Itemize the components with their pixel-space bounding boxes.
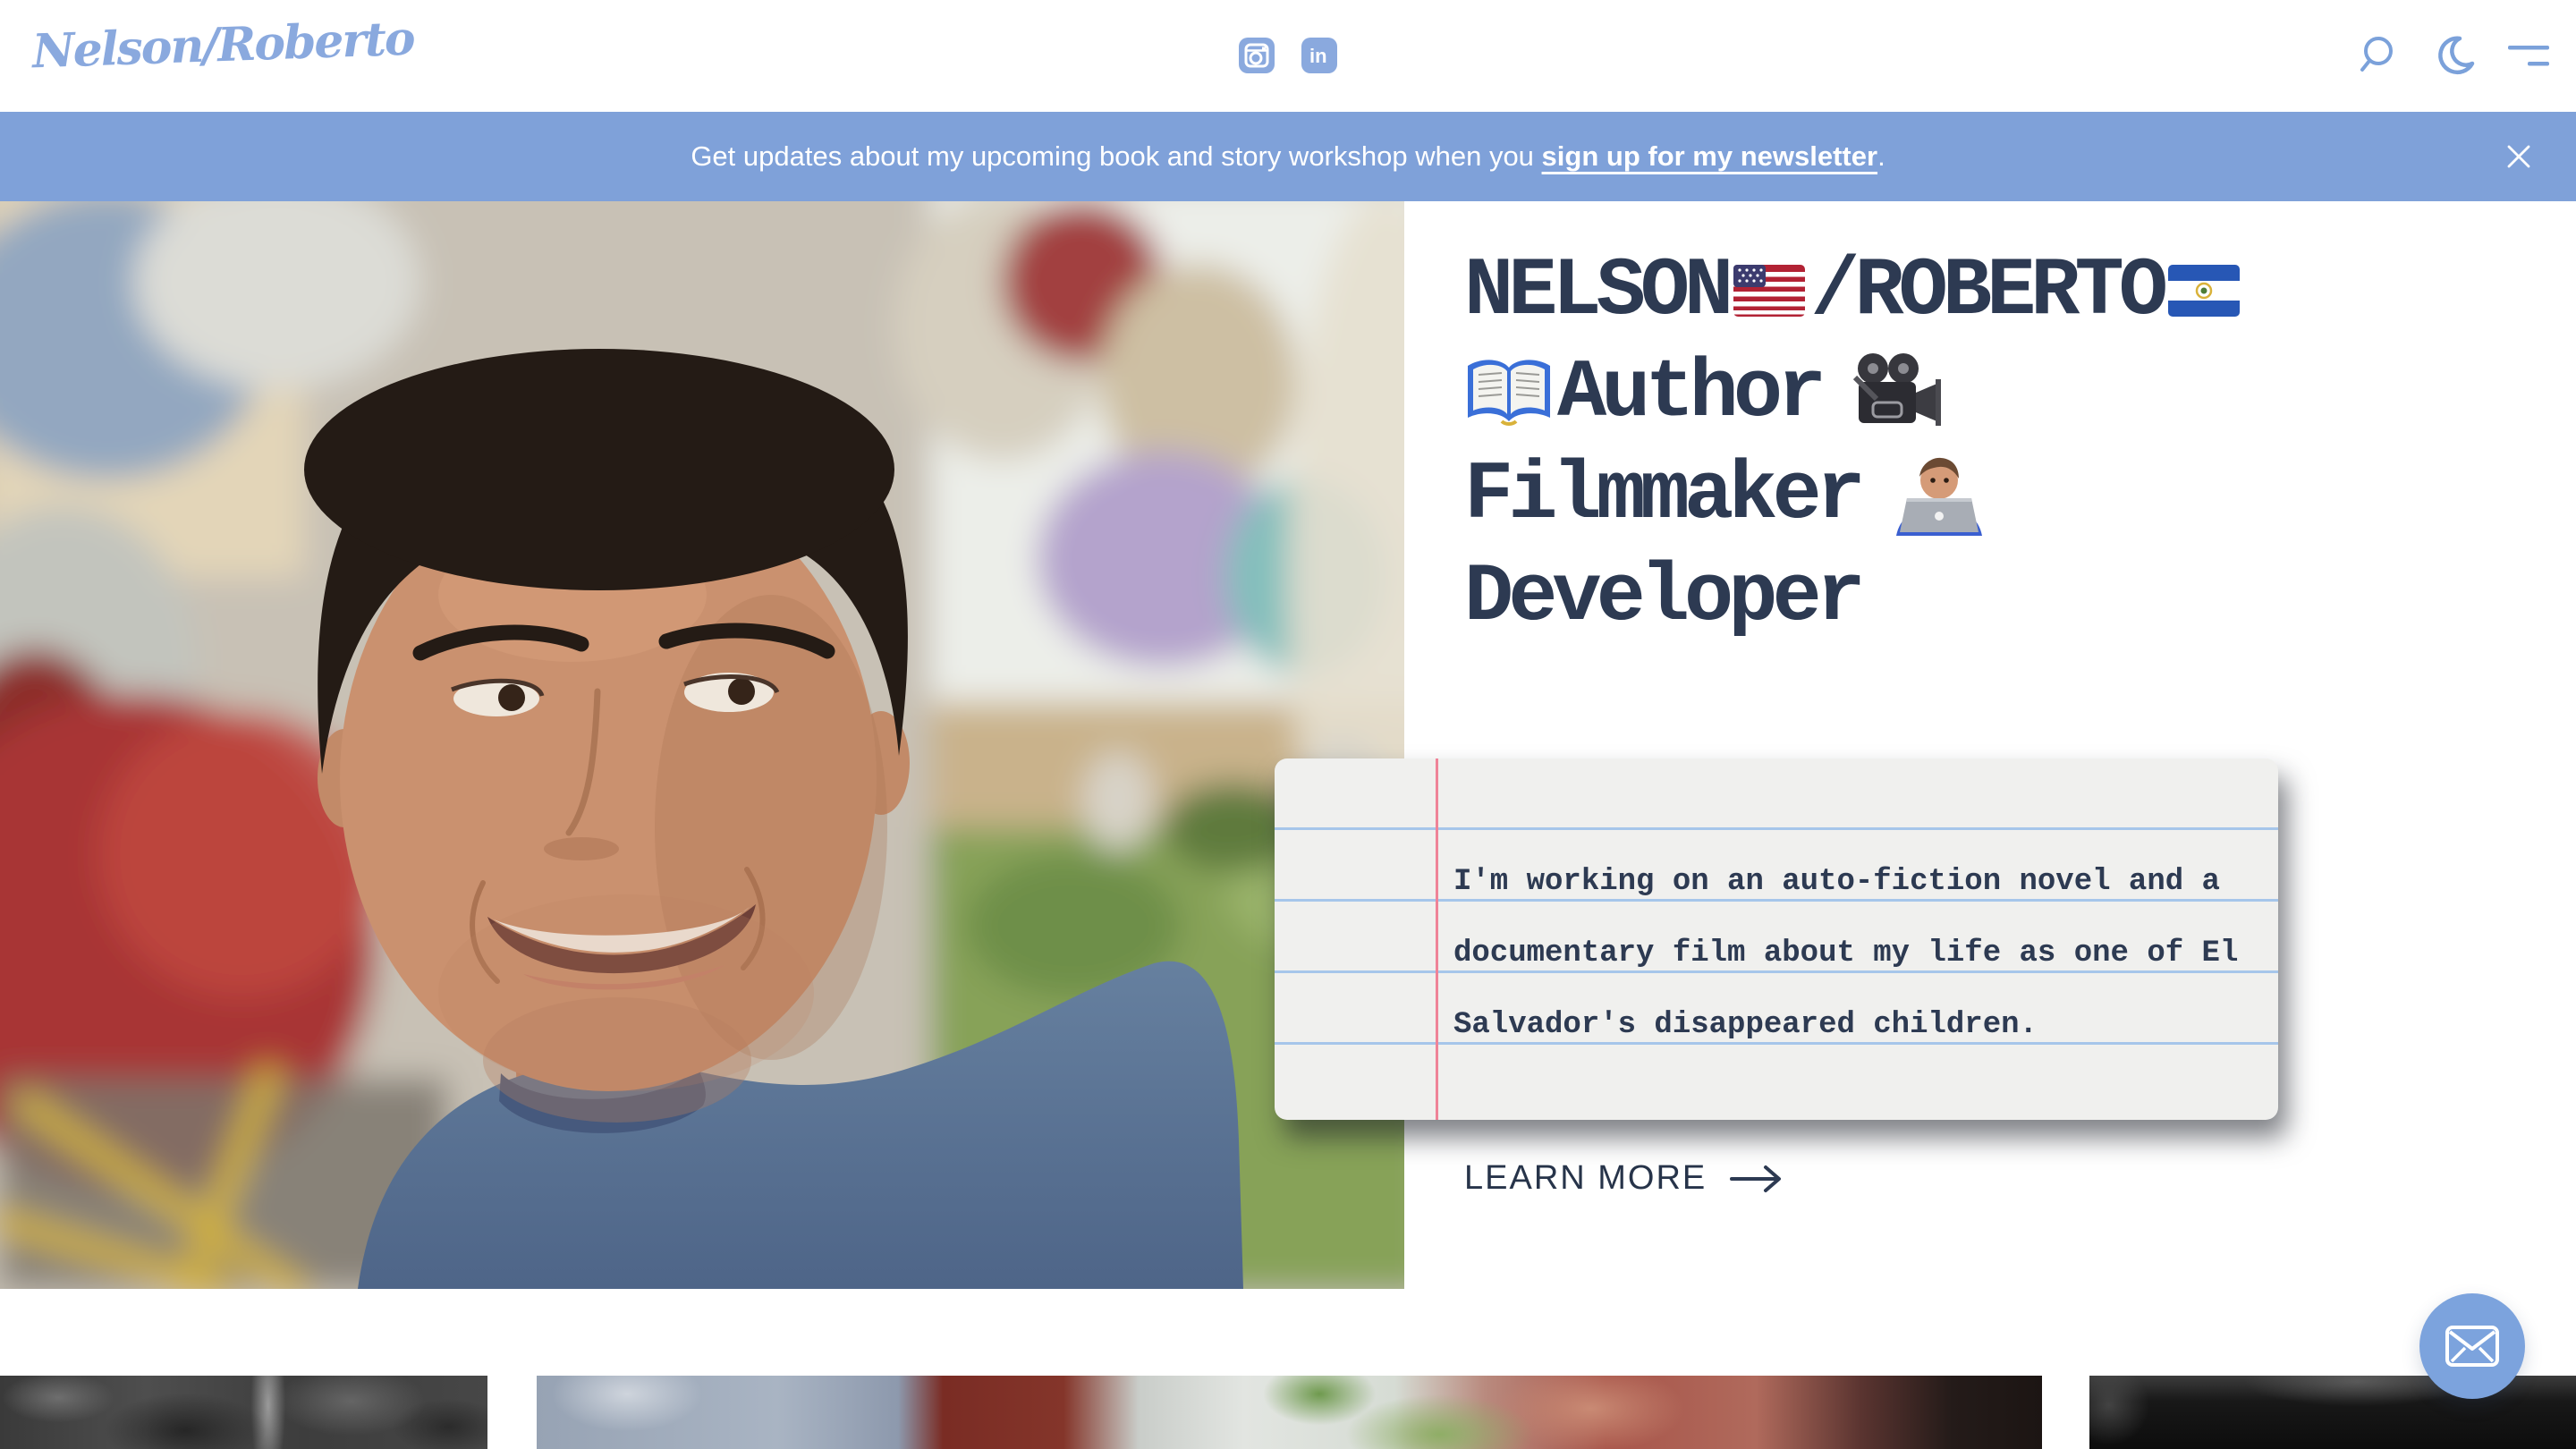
learn-more-label: LEARN MORE [1464, 1159, 1707, 1198]
hero-title-line-1: NELSON /ROBERTO [1464, 240, 2245, 342]
banner-text-after: . [1877, 140, 1885, 172]
newsletter-banner: Get updates about my upcoming book and s… [0, 112, 2576, 201]
arrow-right-icon [1728, 1161, 1787, 1197]
open-book-icon [1464, 355, 1554, 430]
hero-name-roberto: /ROBERTO [1810, 244, 2163, 338]
search-icon [2360, 34, 2402, 77]
hero-photo [0, 201, 1404, 1289]
menu-icon [2506, 41, 2551, 70]
dark-mode-toggle[interactable] [2433, 34, 2476, 77]
instagram-link[interactable] [1239, 38, 1275, 73]
newsletter-signup-link[interactable]: sign up for my newsletter [1542, 140, 1878, 172]
instagram-icon [1239, 38, 1275, 73]
moon-icon [2433, 34, 2476, 77]
learn-more-link[interactable]: LEARN MORE [1464, 1159, 1787, 1198]
gallery-image-archival[interactable] [0, 1376, 487, 1449]
close-icon [2501, 139, 2537, 174]
menu-button[interactable] [2506, 41, 2551, 70]
hero-role-developer: Developer [1464, 550, 1860, 644]
linkedin-icon: in [1301, 38, 1337, 73]
technologist-icon [1894, 453, 1984, 536]
site-logo[interactable]: Nelson/Roberto [31, 12, 414, 80]
hero-title: NELSON /ROBERTO [1464, 240, 2245, 648]
note-card-margin-line [1436, 758, 1438, 1120]
movie-camera-icon [1846, 352, 1950, 433]
contact-fab[interactable] [2419, 1293, 2525, 1399]
nav-actions [2360, 34, 2551, 77]
banner-close-button[interactable] [2501, 139, 2537, 174]
search-button[interactable] [2360, 34, 2402, 77]
hero-photo-illustration [0, 201, 1404, 1289]
us-flag-icon [1733, 265, 1805, 317]
hero-title-line-3: Filmmaker [1464, 444, 2245, 546]
linkedin-link[interactable]: in [1301, 38, 1337, 73]
banner-text-before: Get updates about my upcoming book and s… [691, 140, 1541, 172]
hero-role-author: Author [1557, 346, 1821, 440]
hero-title-line-4: Developer [1464, 546, 2245, 648]
gallery-image-film-still[interactable] [537, 1376, 2042, 1449]
el-salvador-flag-icon [2168, 265, 2240, 317]
banner-message: Get updates about my upcoming book and s… [691, 140, 1885, 173]
hero-role-filmmaker: Filmmaker [1464, 448, 1860, 542]
note-card-text: I'm working on an auto-fiction novel and… [1453, 846, 2238, 1061]
note-line-1: I'm working on an auto-fiction novel and… [1453, 846, 2238, 918]
note-line-2: documentary film about my life as one of… [1453, 918, 2238, 989]
social-links: in [1239, 38, 1337, 73]
intro-note-card: I'm working on an auto-fiction novel and… [1275, 758, 2278, 1120]
top-nav: Nelson/Roberto in [0, 0, 2576, 112]
hero-name-nelson: NELSON [1464, 244, 1728, 338]
svg-text:in: in [1309, 45, 1327, 67]
note-line-3: Salvador's disappeared children. [1453, 989, 2238, 1061]
envelope-icon [2445, 1325, 2500, 1368]
hero-title-line-2: Author [1464, 342, 2245, 444]
